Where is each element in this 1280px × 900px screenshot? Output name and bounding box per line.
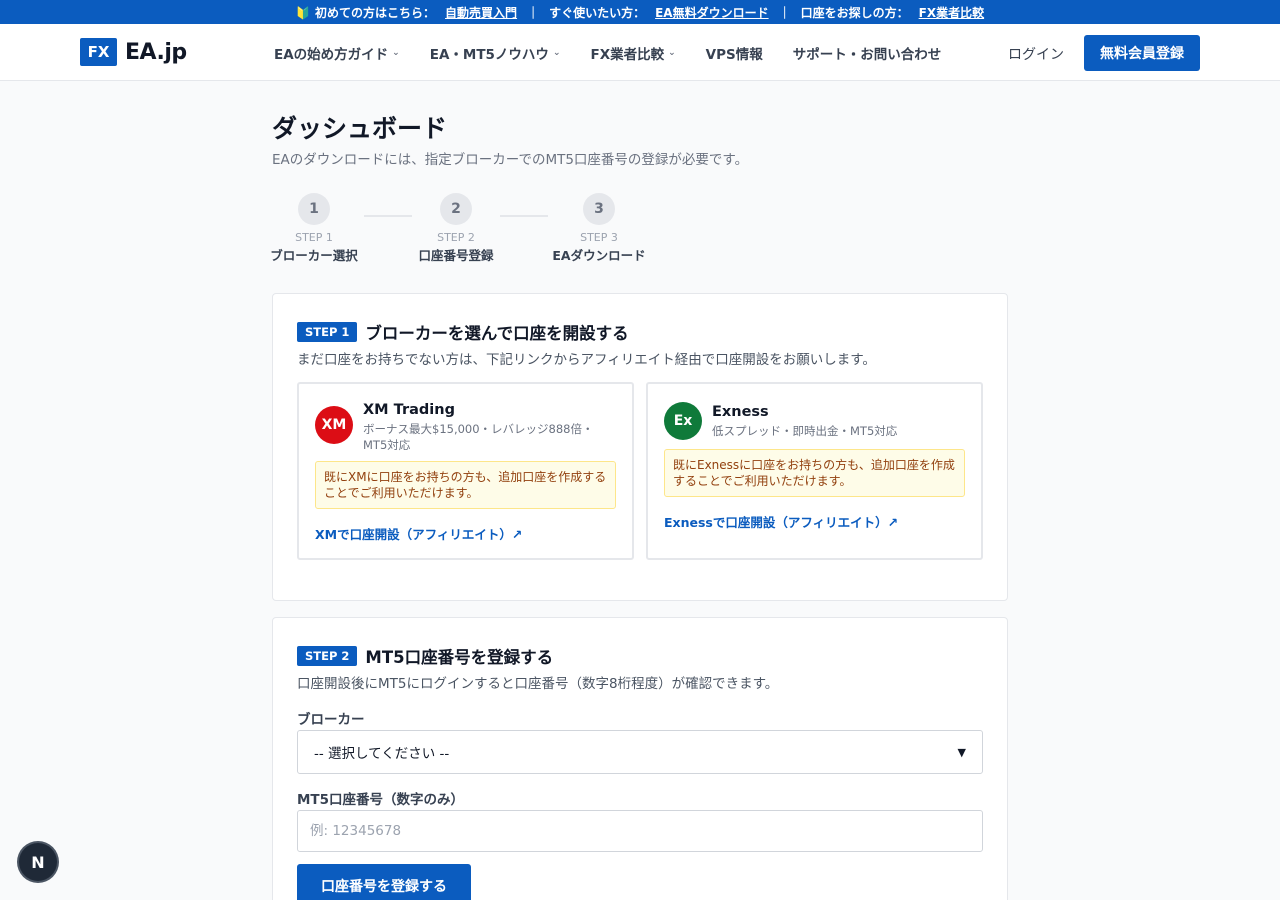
step-label-small: STEP 3 <box>580 231 618 244</box>
broker-note: 既にXMに口座をお持ちの方も、追加口座を作成することでご利用いただけます。 <box>315 461 616 509</box>
broker-select-value: -- 選択してください -- <box>314 746 450 762</box>
divider: ｜ <box>527 5 540 20</box>
step-name: EAダウンロード <box>552 248 646 263</box>
login-link[interactable]: ログイン <box>1008 44 1064 64</box>
step-1: 1 STEP 1 ブローカー選択 <box>270 193 358 264</box>
step-number: 2 <box>440 193 472 225</box>
step-badge: STEP 2 <box>297 646 358 666</box>
card-header: STEP 1 ブローカーを選んで口座を開設する <box>297 320 629 344</box>
signup-button[interactable]: 無料会員登録 <box>1084 35 1200 71</box>
step-2: 2 STEP 2 口座番号登録 <box>416 193 496 264</box>
beginner-link[interactable]: 自動売買入門 <box>445 4 517 21</box>
broker-select[interactable]: -- 選択してください -- ▼ <box>297 730 983 774</box>
chevron-down-icon: ⌄ <box>552 47 561 58</box>
step-connector <box>364 215 412 217</box>
step-label-small: STEP 2 <box>437 231 475 244</box>
nav-label: EA・MT5ノウハウ <box>429 46 549 63</box>
divider: ｜ <box>778 5 791 20</box>
chevron-down-icon: ⌄ <box>668 47 676 58</box>
broker-note: 既にExnessに口座をお持ちの方も、追加口座を作成することでご利用いただけます… <box>664 449 965 497</box>
chevron-down-icon: ▼ <box>957 745 966 759</box>
nav-label: EAの始め方ガイド <box>274 46 389 63</box>
logo-text: EA.jp <box>125 39 187 65</box>
ea-download-link[interactable]: EA無料ダウンロード <box>655 4 769 21</box>
xm-affiliate-link[interactable]: XMで口座開設（アフィリエイト）↗ <box>315 524 522 543</box>
step-name: ブローカー選択 <box>270 248 358 263</box>
nav-item-vps[interactable]: VPS情報 <box>706 43 763 63</box>
card-title: MT5口座番号を登録する <box>365 648 554 667</box>
nav-item-ea-guide[interactable]: EAの始め方ガイド ⌄ <box>274 43 400 63</box>
step-label-small: STEP 1 <box>295 231 333 244</box>
exness-affiliate-link[interactable]: Exnessで口座開設（アフィリエイト）↗ <box>664 512 898 531</box>
beginner-prefix: 🔰 初めての方はこちら： <box>295 5 436 20</box>
account-registration-card: STEP 2 MT5口座番号を登録する 口座開設後にMT5にログインすると口座番… <box>272 617 1008 900</box>
broker-selection-card: STEP 1 ブローカーを選んで口座を開設する まだ口座をお持ちでない方は、下記… <box>272 293 1008 601</box>
account-number-input[interactable] <box>297 810 983 852</box>
card-header: STEP 2 MT5口座番号を登録する <box>297 644 553 668</box>
nav-label: FX業者比較 <box>590 46 665 63</box>
card-description: 口座開設後にMT5にログインすると口座番号（数字8桁程度）が確認できます。 <box>297 676 779 692</box>
broker-meta: ボーナス最大$15,000・レバレッジ888倍・MT5対応 <box>363 422 594 452</box>
step-name: 口座番号登録 <box>418 248 494 263</box>
broker-compare-link[interactable]: FX業者比較 <box>919 4 984 21</box>
exness-logo-icon: Ex <box>664 402 702 440</box>
account-number-label: MT5口座番号（数字のみ） <box>297 792 465 808</box>
quick-prefix: すぐ使いたい方： <box>549 5 646 20</box>
page-title: ダッシュボード <box>272 114 448 143</box>
broker-card-xm: XM XM Trading ボーナス最大$15,000・レバレッジ888倍・MT… <box>297 382 634 560</box>
progress-stepper: 1 STEP 1 ブローカー選択 2 STEP 2 口座番号登録 3 STEP … <box>270 193 672 264</box>
card-description: まだ口座をお持ちでない方は、下記リンクからアフィリエイト経由で口座開設をお願いし… <box>297 352 876 368</box>
dashboard-main: ダッシュボード EAのダウンロードには、指定ブローカーでのMT5口座番号の登録が… <box>270 112 1008 900</box>
broker-card-exness: Ex Exness 低スプレッド・即時出金・MT5対応 既にExnessに口座を… <box>646 382 983 560</box>
nav-item-knowhow[interactable]: EA・MT5ノウハウ ⌄ <box>430 43 561 63</box>
broker-meta: 低スプレッド・即時出金・MT5対応 <box>712 424 898 438</box>
step-connector <box>500 215 548 217</box>
broker-name: Exness <box>712 404 769 420</box>
announcement-bar: 🔰 初めての方はこちら： 自動売買入門 ｜ すぐ使いたい方： EA無料ダウンロー… <box>0 0 1280 24</box>
card-title: ブローカーを選んで口座を開設する <box>365 324 629 343</box>
nav-item-support[interactable]: サポート・お問い合わせ <box>793 43 942 63</box>
xm-logo-icon: XM <box>315 406 353 444</box>
broker-name: XM Trading <box>363 402 455 418</box>
broker-label: ブローカー <box>297 712 365 728</box>
register-account-button[interactable]: 口座番号を登録する <box>297 864 471 900</box>
nav-item-broker-compare[interactable]: FX業者比較 ⌄ <box>590 43 675 63</box>
step-number: 1 <box>298 193 330 225</box>
logo-badge: FX <box>80 38 117 66</box>
site-header: FX EA.jp EAの始め方ガイド ⌄ EA・MT5ノウハウ ⌄ FX業者比較… <box>0 24 1280 81</box>
step-number: 3 <box>583 193 615 225</box>
nav-label: VPS情報 <box>705 46 763 63</box>
step-badge: STEP 1 <box>297 322 358 342</box>
dev-tools-icon[interactable]: N <box>19 843 57 881</box>
step-3: 3 STEP 3 EAダウンロード <box>552 193 646 264</box>
page-subtitle: EAのダウンロードには、指定ブローカーでのMT5口座番号の登録が必要です。 <box>272 152 749 168</box>
chevron-down-icon: ⌄ <box>392 47 400 58</box>
account-prefix: 口座をお探しの方： <box>800 5 909 20</box>
site-logo[interactable]: FX EA.jp <box>80 38 187 66</box>
main-nav: EAの始め方ガイド ⌄ EA・MT5ノウハウ ⌄ FX業者比較 ⌄ VPS情報 … <box>274 24 941 81</box>
nav-label: サポート・お問い合わせ <box>792 46 942 63</box>
